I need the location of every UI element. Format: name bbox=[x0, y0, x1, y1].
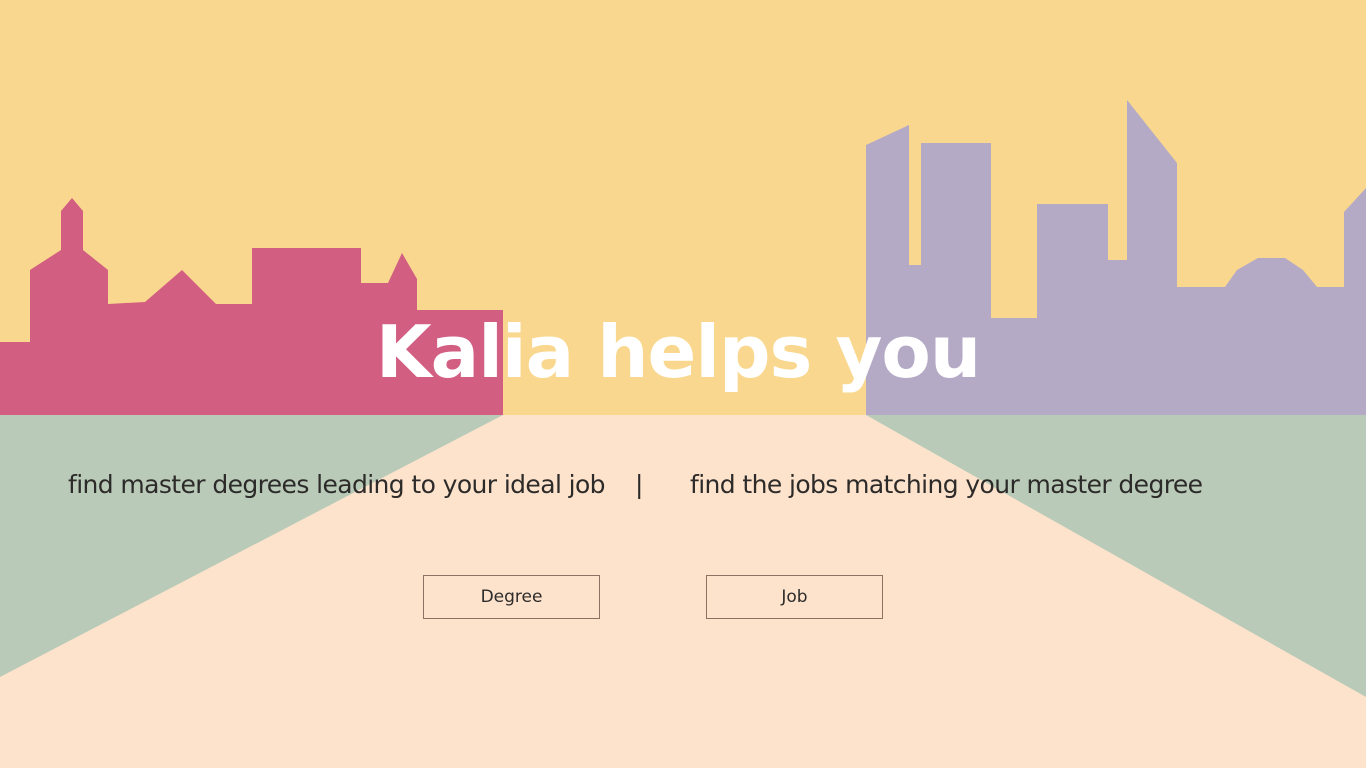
tagline-degree-to-job: find master degrees leading to your idea… bbox=[68, 470, 606, 499]
tagline-job-to-degree: find the jobs matching your master degre… bbox=[690, 470, 1203, 499]
degree-button[interactable]: Degree bbox=[423, 575, 600, 619]
hero-title: Kalia helps you bbox=[375, 310, 981, 394]
job-button[interactable]: Job bbox=[706, 575, 883, 619]
landing-page: Kalia helps you find master degrees lead… bbox=[0, 0, 1366, 768]
tagline-separator: | bbox=[635, 470, 643, 499]
